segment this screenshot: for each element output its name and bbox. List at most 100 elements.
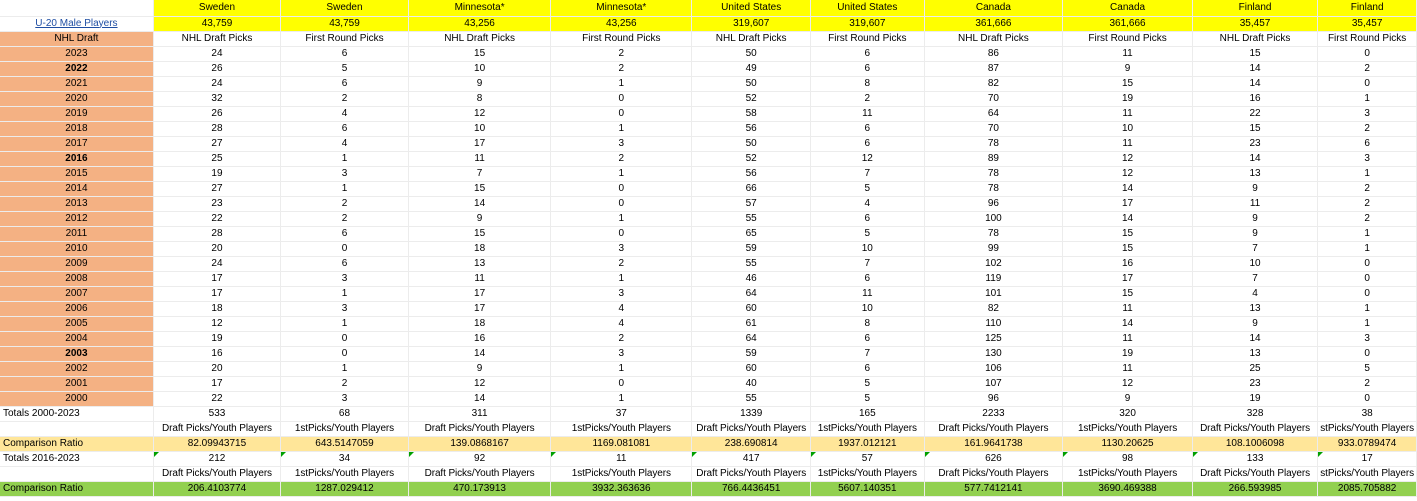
value-cell[interactable]: 106 xyxy=(924,361,1064,377)
value-cell[interactable]: 19 xyxy=(153,166,282,182)
value-cell[interactable]: 18 xyxy=(408,241,552,257)
value-cell[interactable]: 60 xyxy=(691,361,812,377)
value-cell[interactable]: 10 xyxy=(408,121,552,137)
value-cell[interactable]: 10 xyxy=(1192,256,1319,272)
value-cell[interactable]: 11 xyxy=(1062,46,1193,62)
value-cell[interactable]: 1 xyxy=(550,271,693,287)
value-cell[interactable]: 25 xyxy=(153,151,282,167)
ratio-value-cell[interactable]: 238.690814 xyxy=(691,436,812,452)
subheader-cell[interactable]: First Round Picks xyxy=(810,31,925,47)
value-cell[interactable]: 9 xyxy=(1192,226,1319,242)
totals-value-cell[interactable]: 92 xyxy=(408,451,552,467)
value-cell[interactable]: 2 xyxy=(550,151,693,167)
year-cell[interactable]: 2002 xyxy=(0,361,154,377)
value-cell[interactable]: 3 xyxy=(280,166,409,182)
value-cell[interactable]: 3 xyxy=(280,301,409,317)
value-cell[interactable]: 17 xyxy=(1062,271,1193,287)
value-cell[interactable]: 20 xyxy=(153,241,282,257)
value-cell[interactable]: 15 xyxy=(1192,121,1319,137)
ratio-header-cell[interactable]: 1stPicks/Youth Players xyxy=(550,466,693,482)
value-cell[interactable]: 6 xyxy=(810,61,925,77)
value-cell[interactable]: 14 xyxy=(1062,181,1193,197)
value-cell[interactable]: 12 xyxy=(1062,376,1193,392)
value-cell[interactable]: 1 xyxy=(550,76,693,92)
value-cell[interactable]: 19 xyxy=(153,331,282,347)
ratio-value-cell[interactable]: 206.4103774 xyxy=(153,481,282,497)
value-cell[interactable]: 5 xyxy=(1317,361,1417,377)
year-cell[interactable]: 2004 xyxy=(0,331,154,347)
year-cell[interactable]: 2001 xyxy=(0,376,154,392)
value-cell[interactable]: 2 xyxy=(1317,181,1417,197)
ratio-header-cell[interactable]: Draft Picks/Youth Players xyxy=(153,421,282,437)
year-cell[interactable]: 2010 xyxy=(0,241,154,257)
value-cell[interactable]: 17 xyxy=(1062,196,1193,212)
population-cell[interactable]: 35,457 xyxy=(1192,16,1319,32)
ratio-value-cell[interactable]: 266.593985 xyxy=(1192,481,1319,497)
value-cell[interactable]: 4 xyxy=(550,316,693,332)
year-cell[interactable]: 2009 xyxy=(0,256,154,272)
value-cell[interactable]: 52 xyxy=(691,91,812,107)
totals-label-cell[interactable]: Totals 2000-2023 xyxy=(0,406,154,422)
value-cell[interactable]: 2 xyxy=(280,376,409,392)
value-cell[interactable]: 28 xyxy=(153,121,282,137)
value-cell[interactable]: 119 xyxy=(924,271,1064,287)
value-cell[interactable]: 16 xyxy=(1062,256,1193,272)
value-cell[interactable]: 23 xyxy=(1192,376,1319,392)
value-cell[interactable]: 55 xyxy=(691,391,812,407)
value-cell[interactable]: 1 xyxy=(280,361,409,377)
ratio-value-cell[interactable]: 470.173913 xyxy=(408,481,552,497)
ratio-header-cell[interactable]: Draft Picks/Youth Players xyxy=(1192,421,1319,437)
subheader-cell[interactable]: NHL Draft Picks xyxy=(924,31,1064,47)
year-cell[interactable]: 2003 xyxy=(0,346,154,362)
ratio-value-cell[interactable]: 3690.469388 xyxy=(1062,481,1193,497)
blank-cell[interactable] xyxy=(0,466,154,482)
ratio-header-cell[interactable]: stPicks/Youth Players xyxy=(1317,421,1417,437)
value-cell[interactable]: 6 xyxy=(810,136,925,152)
value-cell[interactable]: 16 xyxy=(1192,91,1319,107)
value-cell[interactable]: 59 xyxy=(691,346,812,362)
value-cell[interactable]: 1 xyxy=(550,166,693,182)
totals-value-cell[interactable]: 165 xyxy=(810,406,925,422)
totals-value-cell[interactable]: 34 xyxy=(280,451,409,467)
value-cell[interactable]: 17 xyxy=(153,376,282,392)
ratio-value-cell[interactable]: 766.4436451 xyxy=(691,481,812,497)
ratio-value-cell[interactable]: 139.0868167 xyxy=(408,436,552,452)
value-cell[interactable]: 24 xyxy=(153,46,282,62)
value-cell[interactable]: 7 xyxy=(810,166,925,182)
ratio-value-cell[interactable]: 5607.140351 xyxy=(810,481,925,497)
value-cell[interactable]: 9 xyxy=(408,361,552,377)
value-cell[interactable]: 61 xyxy=(691,316,812,332)
value-cell[interactable]: 14 xyxy=(408,196,552,212)
value-cell[interactable]: 11 xyxy=(810,286,925,302)
value-cell[interactable]: 10 xyxy=(408,61,552,77)
value-cell[interactable]: 11 xyxy=(408,271,552,287)
value-cell[interactable]: 6 xyxy=(810,211,925,227)
value-cell[interactable]: 1 xyxy=(280,151,409,167)
value-cell[interactable]: 64 xyxy=(691,331,812,347)
year-cell[interactable]: 2022 xyxy=(0,61,154,77)
value-cell[interactable]: 14 xyxy=(408,391,552,407)
totals-value-cell[interactable]: 2233 xyxy=(924,406,1064,422)
value-cell[interactable]: 24 xyxy=(153,256,282,272)
value-cell[interactable]: 11 xyxy=(408,151,552,167)
year-cell[interactable]: 2007 xyxy=(0,286,154,302)
value-cell[interactable]: 2 xyxy=(1317,196,1417,212)
blank-cell[interactable] xyxy=(0,421,154,437)
year-cell[interactable]: 2008 xyxy=(0,271,154,287)
value-cell[interactable]: 7 xyxy=(810,256,925,272)
value-cell[interactable]: 11 xyxy=(1192,196,1319,212)
value-cell[interactable]: 11 xyxy=(810,106,925,122)
value-cell[interactable]: 15 xyxy=(1062,76,1193,92)
value-cell[interactable]: 2 xyxy=(1317,211,1417,227)
value-cell[interactable]: 28 xyxy=(153,226,282,242)
ratio-value-cell[interactable]: 643.5147059 xyxy=(280,436,409,452)
value-cell[interactable]: 58 xyxy=(691,106,812,122)
subheader-cell[interactable]: NHL Draft Picks xyxy=(153,31,282,47)
value-cell[interactable]: 50 xyxy=(691,136,812,152)
year-cell[interactable]: 2015 xyxy=(0,166,154,182)
value-cell[interactable]: 24 xyxy=(153,76,282,92)
subheader-cell[interactable]: NHL Draft Picks xyxy=(691,31,812,47)
value-cell[interactable]: 3 xyxy=(550,241,693,257)
totals-value-cell[interactable]: 98 xyxy=(1062,451,1193,467)
value-cell[interactable]: 0 xyxy=(550,91,693,107)
